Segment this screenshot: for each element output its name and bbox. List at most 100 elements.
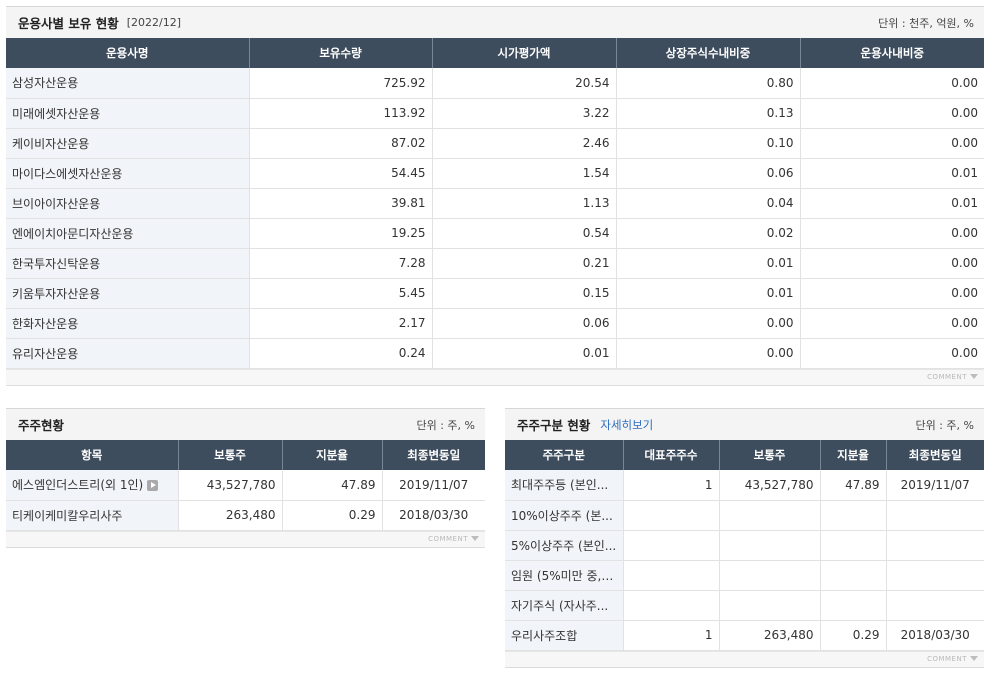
fund-holdings-table: 운용사명 보유수량 시가평가액 상장주식수내비중 운용사내비중 삼성자산운용 72… [6,38,984,369]
column-header: 보통주 [719,440,821,470]
shareholder-category-unit: 단위 : 주, % [915,418,974,432]
table-cell [623,530,720,561]
table-cell [623,590,720,621]
fund-holdings-unit: 단위 : 천주, 억원, % [878,16,974,30]
table-cell: 0.00 [800,248,984,279]
fund-manager-name: 한국투자신탁운용 [6,248,250,279]
shareholder-table: 항목 보통주 지분율 최종변동일 에스엠인더스트리(외 1인) 43,527,7… [6,440,485,531]
table-cell: 0.01 [616,248,801,279]
table-cell: 2.17 [249,308,433,339]
table-row: 케이비자산운용 87.02 2.46 0.10 0.00 [6,128,984,159]
expand-arrow-icon[interactable] [147,480,159,492]
table-cell [886,500,984,531]
table-row: 삼성자산운용 725.92 20.54 0.80 0.00 [6,68,984,99]
shareholder-name: 티케이케미칼우리사주 [6,500,179,531]
table-row: 에스엠인더스트리(외 1인) 43,527,780 47.89 2019/11/… [6,470,485,501]
table-cell [719,500,821,531]
table-cell [886,590,984,621]
comment-label: COMMENT [428,534,468,543]
table-row: 키움투자자산운용 5.45 0.15 0.01 0.00 [6,278,984,309]
table-cell: 47.89 [820,470,887,501]
table-row: 10%이상주주 (본... [505,500,984,531]
table-cell: 263,480 [719,620,821,651]
shareholder-category-name: 자기주식 (자사주... [505,590,624,621]
table-cell [820,590,887,621]
column-header: 운용사명 [6,38,250,68]
table-cell [719,560,821,591]
table-cell: 5.45 [249,278,433,309]
shareholder-category-header: 주주구분 현황 자세히보기 단위 : 주, % [505,408,984,440]
table-cell: 2019/11/07 [886,470,984,501]
table-cell: 0.24 [249,338,433,369]
table-cell: 2018/03/30 [382,500,485,531]
table-cell: 263,480 [178,500,283,531]
table-cell: 0.13 [616,98,801,129]
table-row: 임원 (5%미만 중, ... [505,560,984,591]
shareholder-category-title: 주주구분 현황 [517,418,591,433]
fund-holdings-date: [2022/12] [126,16,181,29]
table-cell: 47.89 [282,470,383,501]
table-cell: 1.54 [432,158,617,189]
table-cell: 19.25 [249,218,433,249]
table-cell [886,560,984,591]
table-row: 한화자산운용 2.17 0.06 0.00 0.00 [6,308,984,339]
table-row: 한국투자신탁운용 7.28 0.21 0.01 0.00 [6,248,984,279]
shareholder-category-table: 주주구분 대표주주수 보통주 지분율 최종변동일 최대주주등 (본인... 1 43… [505,440,984,651]
table-row: 미래에셋자산운용 113.92 3.22 0.13 0.00 [6,98,984,129]
table-row: 마이다스에셋자산운용 54.45 1.54 0.06 0.01 [6,158,984,189]
fund-manager-name: 삼성자산운용 [6,68,250,99]
table-row: 우리사주조합 1 263,480 0.29 2018/03/30 [505,620,984,651]
table-cell: 0.01 [800,188,984,219]
table-cell: 0.00 [800,68,984,99]
comment-toggle[interactable]: COMMENT [505,650,984,668]
column-header: 운용사내비중 [800,38,984,68]
table-cell: 725.92 [249,68,433,99]
table-cell [623,500,720,531]
view-details-link[interactable]: 자세히보기 [600,417,653,433]
table-cell [719,530,821,561]
table-cell: 0.00 [800,338,984,369]
shareholder-category-section: 주주구분 현황 자세히보기 단위 : 주, % 주주구분 대표주주수 보통주 지… [505,408,984,668]
table-cell: 1 [623,620,720,651]
fund-manager-name: 키움투자자산운용 [6,278,250,309]
column-header: 보유수량 [249,38,433,68]
table-header-row: 운용사명 보유수량 시가평가액 상장주식수내비중 운용사내비중 [6,38,984,68]
shareholder-section: 주주현황 단위 : 주, % 항목 보통주 지분율 최종변동일 에스엠인더스트리… [6,408,485,548]
table-cell: 87.02 [249,128,433,159]
shareholder-category-name: 10%이상주주 (본... [505,500,624,531]
table-cell: 0.06 [616,158,801,189]
table-cell: 0.00 [800,98,984,129]
table-cell: 54.45 [249,158,433,189]
table-cell: 7.28 [249,248,433,279]
table-cell: 43,527,780 [178,470,283,501]
table-row: 자기주식 (자사주... [505,590,984,621]
column-header: 주주구분 [505,440,624,470]
table-cell: 0.10 [616,128,801,159]
column-header: 보통주 [178,440,283,470]
table-cell: 0.80 [616,68,801,99]
table-cell [820,530,887,561]
comment-toggle[interactable]: COMMENT [6,368,984,386]
column-header: 항목 [6,440,179,470]
table-cell [719,590,821,621]
table-cell: 0.06 [432,308,617,339]
table-cell: 0.00 [616,308,801,339]
shareholder-name: 에스엠인더스트리(외 1인) [12,478,144,493]
fund-holdings-section: 운용사별 보유 현황 [2022/12] 단위 : 천주, 억원, % 운용사명… [6,6,984,386]
column-header: 최종변동일 [382,440,485,470]
table-cell: 1 [623,470,720,501]
fund-holdings-header: 운용사별 보유 현황 [2022/12] 단위 : 천주, 억원, % [6,6,984,38]
table-cell: 0.29 [282,500,383,531]
shareholder-category-name: 5%이상주주 (본인... [505,530,624,561]
chevron-down-icon [970,374,978,379]
table-cell: 0.01 [616,278,801,309]
table-row: 티케이케미칼우리사주 263,480 0.29 2018/03/30 [6,500,485,531]
table-row: 엔에이치아문디자산운용 19.25 0.54 0.02 0.00 [6,218,984,249]
shareholder-category-name: 우리사주조합 [505,620,624,651]
fund-manager-name: 한화자산운용 [6,308,250,339]
comment-toggle[interactable]: COMMENT [6,530,485,548]
table-cell: 0.00 [800,218,984,249]
table-cell: 0.01 [432,338,617,369]
fund-manager-name: 케이비자산운용 [6,128,250,159]
shareholder-unit: 단위 : 주, % [416,418,475,432]
